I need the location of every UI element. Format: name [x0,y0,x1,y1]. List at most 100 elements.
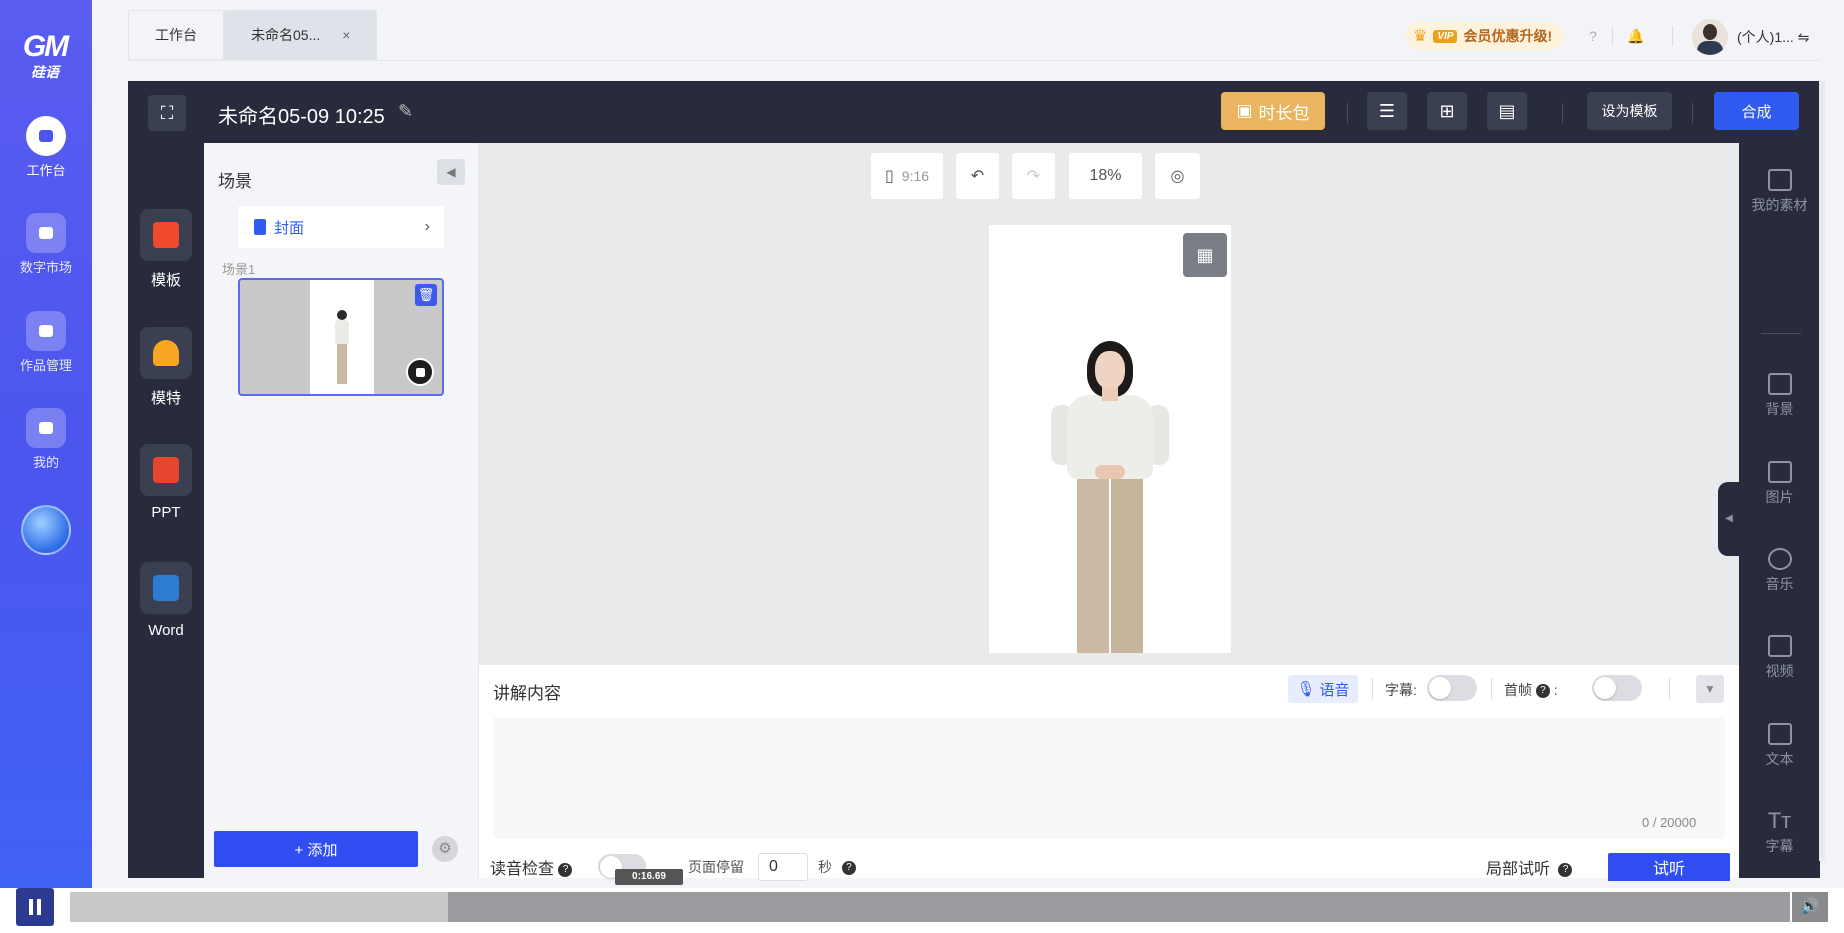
help-icon[interactable]: ? [1583,26,1603,46]
listen-button[interactable]: 试听 [1608,853,1730,881]
synthesize-button[interactable]: 合成 [1714,92,1799,130]
digital-presenter[interactable] [1049,341,1169,653]
divider [1491,678,1492,700]
divider [1562,103,1563,123]
rail-background[interactable]: 背景 [1739,373,1820,419]
divider [1372,678,1373,700]
tab-label: 未命名05... [251,27,321,43]
close-icon[interactable]: × [342,27,350,43]
script-area: 讲解内容 🎙 语音 字幕: 首帧 ? : ▼ 0 / 20000 [479,665,1739,878]
chevron-right-icon: › [424,218,430,235]
nav-item-market[interactable]: 数字市场 [0,213,92,276]
edit-title-icon[interactable]: ✎ [398,101,413,122]
fullscreen-button[interactable]: ⛶ [148,95,186,131]
rail-subtitle[interactable]: Tт 字幕 [1739,810,1820,856]
rail-video[interactable]: 视频 [1739,635,1820,681]
subtitle-toggle[interactable] [1427,675,1477,701]
save-button[interactable]: ▤ [1487,92,1527,130]
rail-label: 图片 [1765,489,1794,505]
copy-scene-icon[interactable] [406,358,434,386]
help-icon[interactable]: ? [1558,862,1573,877]
background-image-icon[interactable]: ▦ [1183,233,1227,277]
cover-item[interactable]: 封面 › [238,206,444,248]
word-icon [140,562,192,614]
layers-icon: ◎ [1170,168,1185,185]
assistant-robot-icon[interactable] [21,505,71,555]
redo-icon: ↷ [1026,168,1041,185]
nav-item-workbench[interactable]: 工作台 [0,116,92,179]
collapse-panel-button[interactable]: ◀ [437,159,465,185]
vip-upgrade-banner[interactable]: ♛ VIP 会员优惠升级! [1405,22,1565,50]
add-copy-icon: ⊞ [1439,100,1455,121]
model-icon [140,327,192,379]
add-copy-button[interactable]: ⊞ [1427,92,1467,130]
tab-untitled-project[interactable]: 未命名05... × [224,10,378,60]
voice-button[interactable]: 🎙 语音 [1288,675,1358,703]
char-count: 0 / 20000 [1642,815,1697,830]
volume-icon[interactable]: 🔊 [1792,892,1828,922]
tool-label: 模板 [150,272,181,289]
nav-item-mine[interactable]: 我的 [0,408,92,471]
gear-icon[interactable]: ⚙ [432,836,458,862]
first-frame-toggle[interactable] [1592,675,1642,701]
rail-my-assets[interactable]: 我的素材 [1739,169,1820,215]
duration-pack-button[interactable]: ▣ 时长包 [1221,92,1325,130]
rail-music[interactable]: 音乐 [1739,548,1820,594]
logo-mark: GM [22,30,69,63]
tool-template[interactable]: 模板 [128,209,204,290]
scene-thumbnail[interactable]: 🗑 [238,278,444,396]
divider [1612,26,1613,46]
add-scene-button[interactable]: + 添加 [214,831,418,867]
scrollbar[interactable] [1819,81,1825,861]
bell-icon[interactable]: 🔔 [1626,26,1646,46]
tool-model[interactable]: 模特 [128,327,204,408]
seek-bar[interactable] [70,892,1790,922]
nav-item-works[interactable]: 作品管理 [0,311,92,374]
zoom-level[interactable]: 18% [1069,153,1142,199]
set-template-button[interactable]: 设为模板 [1587,92,1672,130]
rail-label: 字幕 [1765,838,1794,854]
divider [1692,103,1693,123]
nav-label: 数字市场 [19,260,72,275]
help-icon[interactable]: ? [558,862,573,877]
help-icon[interactable]: ? [1535,684,1550,699]
phone-icon: ▯ [884,168,894,185]
tool-label: PPT [151,504,181,521]
redo-button[interactable]: ↷ [1012,153,1055,199]
rail-text[interactable]: 文本 [1739,723,1820,769]
script-textarea[interactable] [493,717,1725,839]
partial-listen-label: 局部试听 ? [1486,855,1573,879]
topbar-divider [128,60,1820,61]
seek-progress [70,892,449,922]
tool-word[interactable]: Word [128,562,204,639]
user-account-name[interactable]: (个人)1... ⇋ [1737,27,1809,47]
rail-image[interactable]: 图片 [1739,461,1820,507]
tool-ppt[interactable]: PPT [128,444,204,521]
ppt-icon [140,444,192,496]
collapse-down-icon[interactable]: ▼ [1696,675,1724,703]
expand-rail-tab[interactable]: ◀ [1718,482,1740,556]
undo-icon: ↶ [970,168,985,185]
layers-button[interactable]: ◎ [1155,153,1200,199]
user-icon [26,408,66,448]
undo-button[interactable]: ↶ [956,153,999,199]
settings-sliders-button[interactable]: ☰ [1367,92,1407,130]
preview-canvas[interactable]: ▦ [989,225,1231,653]
delete-scene-icon[interactable]: 🗑 [415,284,437,306]
tab-workbench[interactable]: 工作台 [128,10,224,60]
rail-label: 背景 [1765,401,1794,417]
pause-button[interactable] [16,888,54,926]
canvas-area: ▯ 9:16 ↶ ↷ 18% ◎ ▦ [479,143,1739,665]
collapse-icon: ◀ [446,165,456,179]
video-player-bar: 🔊 [0,888,1844,933]
brand-logo[interactable]: GM 硅语 [14,30,76,82]
help-icon[interactable]: ? [841,861,856,876]
sliders-icon: ☰ [1378,100,1396,121]
avatar[interactable] [1692,19,1728,55]
page-stay-input[interactable]: 0 [758,853,808,881]
save-icon: ▤ [1498,100,1516,121]
aspect-ratio-button[interactable]: ▯ 9:16 [871,153,943,199]
bookmark-icon [254,219,266,235]
works-icon [26,311,66,351]
crown-icon: ♛ [1413,28,1428,45]
